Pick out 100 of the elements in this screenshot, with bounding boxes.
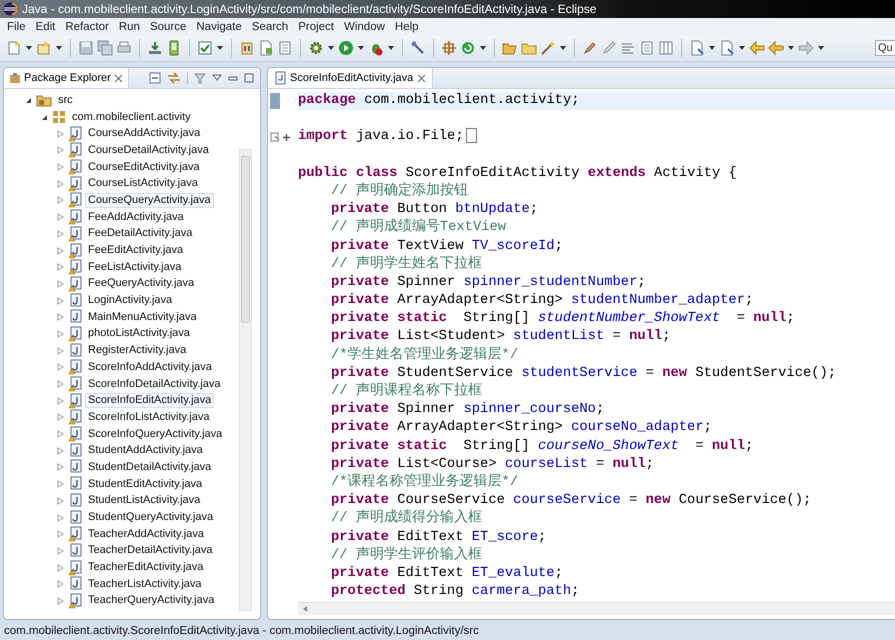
- menu-item[interactable]: Navigate: [191, 20, 247, 32]
- link-arrows-icon[interactable]: [167, 72, 181, 84]
- tree-item[interactable]: TeacherListActivity.java: [85, 576, 205, 592]
- tree-item[interactable]: StudentQueryActivity.java: [85, 510, 216, 526]
- tree-item[interactable]: FeeListActivity.java: [85, 260, 184, 275]
- page-icon[interactable]: [258, 40, 274, 56]
- collapsed-arrow-icon[interactable]: [57, 246, 64, 255]
- collapsed-arrow-icon[interactable]: [57, 130, 64, 138]
- collapsed-arrow-icon[interactable]: [57, 430, 64, 438]
- view-tab[interactable]: Package Explorer: [4, 68, 129, 88]
- annotation-icon[interactable]: [689, 40, 705, 56]
- collapsed-arrow-icon[interactable]: [57, 596, 64, 605]
- collapse-all-icon[interactable]: [149, 72, 161, 84]
- menu-item[interactable]: Help: [390, 20, 424, 32]
- collapsed-arrow-icon[interactable]: [57, 463, 64, 472]
- pen-icon[interactable]: [582, 40, 598, 56]
- caret-icon[interactable]: [738, 44, 746, 52]
- expanded-arrow-icon[interactable]: [25, 96, 32, 104]
- collapsed-arrow-icon[interactable]: [57, 546, 64, 555]
- tree-item[interactable]: ScoreInfoEditActivity.java: [85, 393, 214, 408]
- maximize-icon[interactable]: [244, 73, 254, 83]
- collapsed-arrow-icon[interactable]: [57, 146, 64, 154]
- tree-item[interactable]: RegisterActivity.java: [85, 343, 190, 358]
- tree-item[interactable]: FeeQueryActivity.java: [85, 276, 198, 292]
- wand-icon[interactable]: [540, 40, 556, 56]
- tree-item[interactable]: FeeAddActivity.java: [85, 210, 187, 225]
- tree-item[interactable]: TeacherQueryActivity.java: [85, 593, 218, 608]
- collapsed-arrow-icon[interactable]: [57, 530, 64, 538]
- menu-item[interactable]: Refactor: [60, 20, 114, 32]
- caret-icon[interactable]: [216, 44, 224, 52]
- expanded-arrow-icon[interactable]: [41, 114, 48, 121]
- collapsed-arrow-icon[interactable]: [57, 330, 64, 338]
- download-icon[interactable]: [147, 40, 163, 56]
- caret-icon[interactable]: [479, 44, 487, 52]
- menu-item[interactable]: Source: [144, 20, 192, 32]
- tree-item[interactable]: ScoreInfoListActivity.java: [85, 410, 212, 425]
- tree-item[interactable]: photoListActivity.java: [85, 326, 193, 342]
- vertical-scrollbar[interactable]: [239, 149, 252, 611]
- crosshair-icon[interactable]: [441, 40, 457, 56]
- collapsed-arrow-icon[interactable]: [57, 163, 64, 172]
- save-icon[interactable]: [78, 40, 94, 56]
- columns-icon[interactable]: [658, 40, 674, 56]
- tree-item[interactable]: CourseEditActivity.java: [85, 160, 203, 175]
- collapsed-arrow-icon[interactable]: [57, 230, 64, 238]
- tree-item[interactable]: StudentListActivity.java: [85, 493, 204, 508]
- tree-item[interactable]: FeeEditActivity.java: [85, 243, 186, 258]
- close-icon[interactable]: [114, 74, 123, 82]
- gear-icon[interactable]: [308, 40, 324, 56]
- quick-access-field[interactable]: Qui: [875, 40, 895, 56]
- collapsed-arrow-icon[interactable]: [57, 363, 64, 372]
- minimize-icon[interactable]: [228, 74, 238, 82]
- collapsed-arrow-icon[interactable]: [57, 296, 64, 305]
- collapsed-arrow-icon[interactable]: [57, 564, 64, 572]
- tree-item[interactable]: LoginActivity.java: [85, 293, 176, 308]
- tree-item[interactable]: CourseListActivity.java: [85, 176, 201, 192]
- close-icon[interactable]: [417, 74, 426, 82]
- edit-icon[interactable]: [601, 40, 617, 56]
- collapsed-arrow-icon[interactable]: [57, 180, 64, 188]
- horizontal-scrollbar[interactable]: [298, 602, 895, 615]
- collapsed-arrow-icon[interactable]: [57, 480, 64, 488]
- caret-icon[interactable]: [357, 44, 365, 52]
- jar-icon[interactable]: [239, 40, 255, 56]
- caret-icon[interactable]: [387, 44, 395, 52]
- tree-item[interactable]: FeeDetailActivity.java: [85, 226, 196, 242]
- folded-block-marker[interactable]: [466, 128, 477, 144]
- tree-item[interactable]: StudentDetailActivity.java: [85, 460, 214, 475]
- filter-icon[interactable]: [194, 72, 206, 84]
- collapsed-arrow-icon[interactable]: [57, 213, 64, 222]
- caret-icon[interactable]: [327, 44, 335, 52]
- collapsed-arrow-icon[interactable]: [57, 496, 64, 505]
- tree-item[interactable]: CourseAddActivity.java: [85, 126, 204, 142]
- tree-item[interactable]: ScoreInfoQueryActivity.java: [85, 426, 226, 442]
- tree-item[interactable]: src: [55, 92, 76, 108]
- collapsed-arrow-icon[interactable]: [57, 280, 64, 288]
- collapsed-arrow-icon[interactable]: [57, 446, 64, 455]
- menu-item[interactable]: File: [2, 20, 31, 32]
- tree-item[interactable]: CourseQueryActivity.java: [85, 192, 214, 208]
- expand-fold-icon[interactable]: [282, 132, 291, 142]
- collapsed-arrow-icon[interactable]: [57, 313, 64, 322]
- collapsed-arrow-icon[interactable]: [57, 514, 64, 522]
- tree-item[interactable]: TeacherDetailActivity.java: [85, 543, 216, 558]
- editor-tab[interactable]: ScoreInfoEditActivity.java: [268, 68, 434, 88]
- tree-item[interactable]: StudentEditActivity.java: [85, 476, 206, 492]
- caret-icon[interactable]: [787, 44, 795, 52]
- caret-icon[interactable]: [817, 44, 825, 52]
- run-icon[interactable]: [338, 40, 354, 56]
- caret-icon[interactable]: [55, 44, 63, 52]
- menu-item[interactable]: Edit: [30, 20, 60, 32]
- collapsed-arrow-icon[interactable]: [57, 263, 64, 272]
- scroll-left-arrow-icon[interactable]: [302, 605, 308, 613]
- view-menu-icon[interactable]: [212, 74, 222, 82]
- annotation-icon[interactable]: [719, 40, 735, 56]
- save-all-icon[interactable]: [97, 40, 113, 56]
- menu-item[interactable]: Run: [114, 20, 145, 32]
- tree-item[interactable]: TeacherAddActivity.java: [85, 526, 207, 542]
- collapsed-arrow-icon[interactable]: [57, 580, 64, 588]
- tree-item[interactable]: MainMenuActivity.java: [85, 310, 200, 325]
- pin-icon[interactable]: [410, 40, 426, 56]
- checkbox-icon[interactable]: [197, 40, 213, 56]
- collapsed-arrow-icon[interactable]: [57, 196, 64, 204]
